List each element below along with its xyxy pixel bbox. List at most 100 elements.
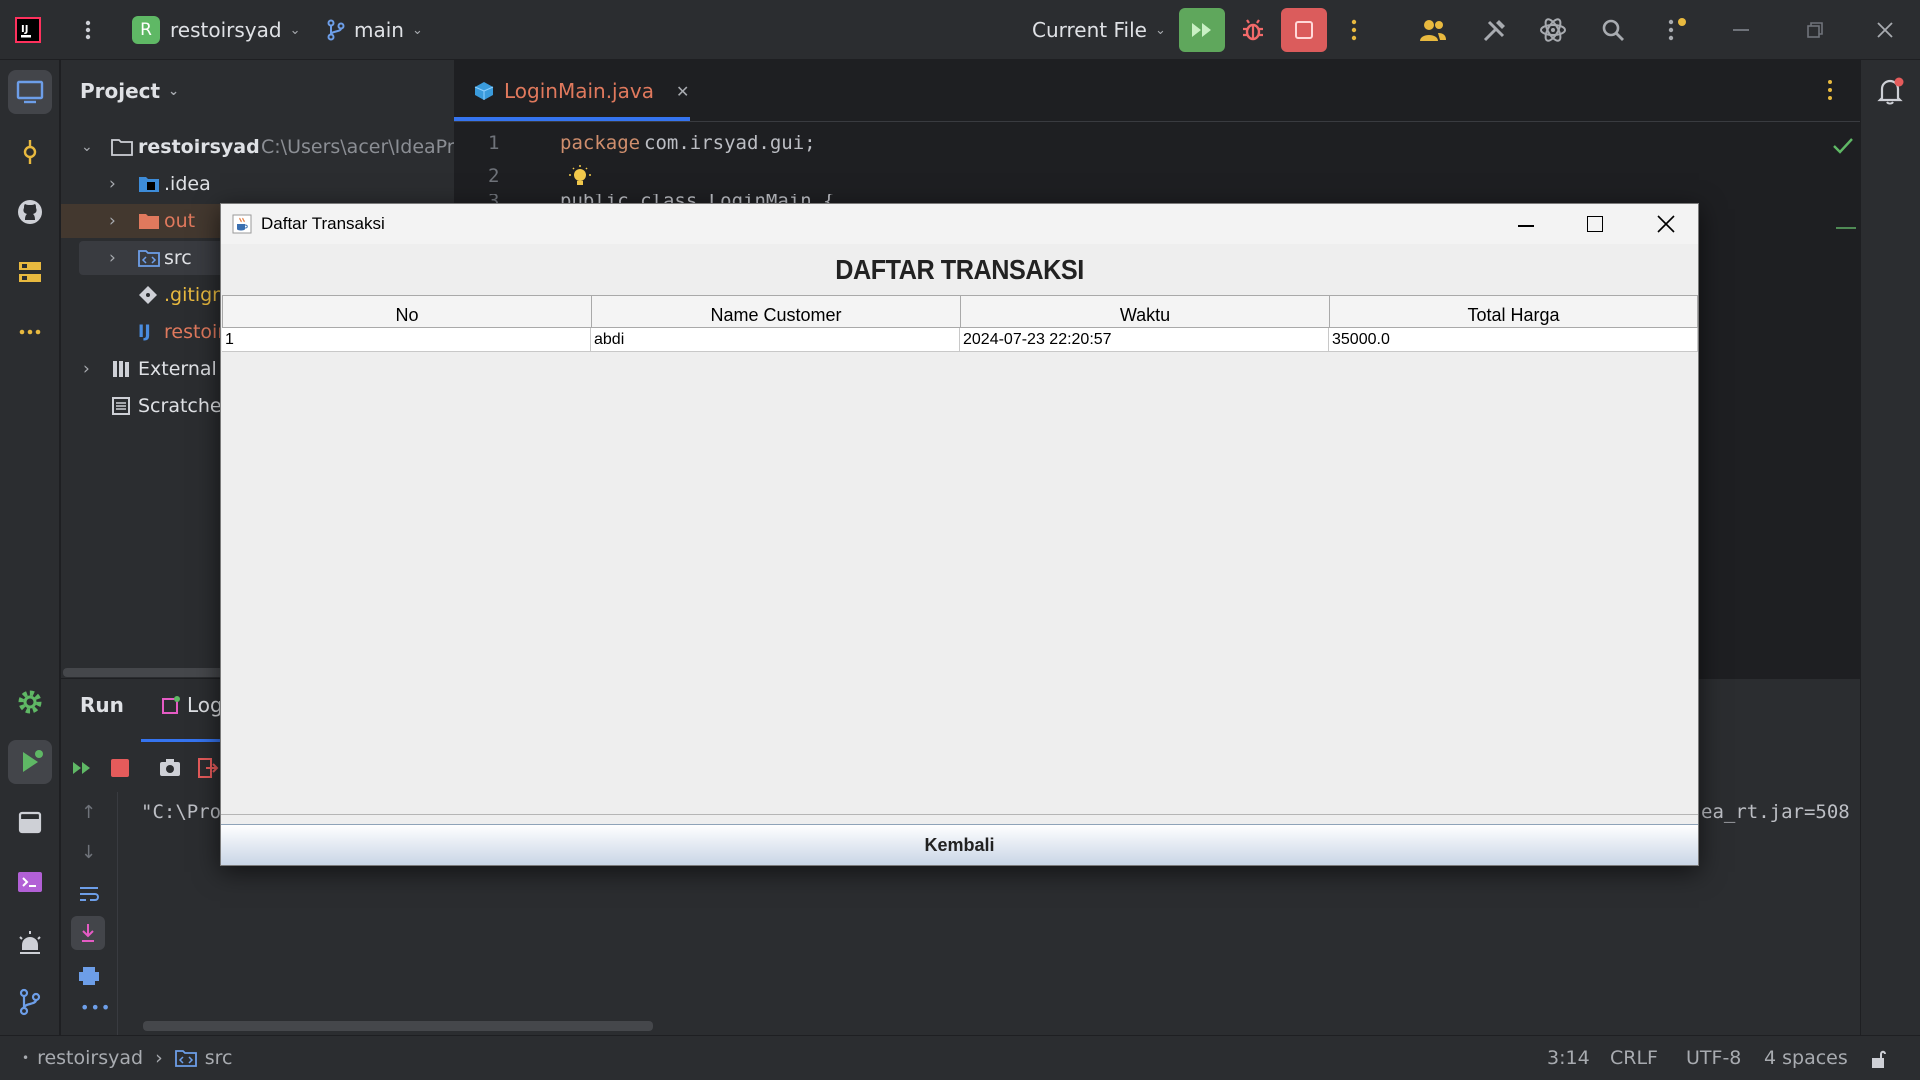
code-line-2[interactable]: 2	[454, 163, 1860, 193]
java-class-icon	[474, 82, 494, 100]
scroll-marker	[1836, 227, 1856, 229]
kembali-button[interactable]: Kembali	[221, 824, 1698, 865]
chevron-down-icon: ⌄	[1154, 22, 1166, 38]
minimize-icon[interactable]	[1518, 216, 1534, 227]
github-tool-button[interactable]	[8, 190, 52, 234]
ide-title-bar: IJ R restoirsyad ⌄ main ⌄ Current File ⌄	[0, 0, 1920, 60]
svg-text:IJ: IJ	[21, 24, 28, 35]
line-number: 2	[488, 165, 500, 187]
status-bar: • restoirsyad › src 3:14 CRLF UTF-8 4 sp…	[0, 1035, 1920, 1080]
run-tool-button[interactable]	[8, 740, 52, 784]
code-text: com.irsyad.gui;	[644, 132, 816, 154]
line-separator[interactable]: CRLF	[1610, 1036, 1658, 1080]
more-tools-icon[interactable]	[8, 310, 52, 354]
services-tool-button[interactable]	[8, 680, 52, 724]
project-selector[interactable]: R restoirsyad ⌄	[132, 0, 300, 60]
project-tool-button[interactable]	[8, 70, 52, 114]
java-cup-icon	[232, 214, 252, 234]
stop-icon[interactable]	[111, 759, 129, 777]
console-scrollbar[interactable]	[143, 1021, 653, 1031]
tree-root-path: C:\Users\acer\IdeaPr	[261, 136, 455, 158]
run-panel-title[interactable]: Run	[80, 679, 124, 731]
monitor-icon	[16, 80, 44, 104]
run-config-selector[interactable]: Current File ⌄	[1032, 0, 1166, 60]
play-icon	[23, 750, 43, 772]
breadcrumb-project[interactable]: restoirsyad	[37, 1047, 143, 1069]
main-menu-icon[interactable]	[76, 0, 100, 60]
soft-wrap-icon[interactable]	[78, 885, 100, 903]
active-tab-indicator	[454, 117, 690, 121]
git-tool-button[interactable]	[8, 980, 52, 1024]
cell-name-customer[interactable]: abdi	[591, 328, 960, 352]
database-tool-button[interactable]	[8, 800, 52, 844]
lightbulb-icon[interactable]	[569, 165, 591, 189]
ai-assistant-icon[interactable]	[1538, 0, 1568, 60]
debug-button[interactable]	[1240, 0, 1266, 60]
stop-button[interactable]	[1281, 0, 1327, 60]
commit-tool-button[interactable]	[8, 130, 52, 174]
cell-waktu[interactable]: 2024-07-23 22:20:57	[960, 328, 1329, 352]
problems-tool-button[interactable]	[8, 920, 52, 964]
maximize-icon[interactable]	[1587, 216, 1603, 232]
restore-icon[interactable]	[1806, 0, 1824, 60]
intellij-logo-icon[interactable]: IJ	[14, 0, 42, 60]
arrow-down-icon[interactable]: ↓	[81, 842, 96, 863]
tab-log[interactable]: Log	[161, 679, 223, 731]
rerun-icon	[1192, 23, 1211, 37]
code-line-1[interactable]: 1 package com.irsyad.gui;	[454, 130, 1860, 160]
dialog-heading: DAFTAR TRANSAKSI	[835, 254, 1084, 285]
terminal-tool-button[interactable]	[8, 860, 52, 904]
column-header-waktu[interactable]: Waktu	[960, 295, 1330, 328]
project-avatar: R	[132, 16, 160, 44]
more-actions-icon[interactable]	[1344, 0, 1364, 60]
editor-options-icon[interactable]	[1824, 78, 1836, 106]
git-branch-icon	[327, 19, 345, 41]
line-number: 1	[488, 132, 500, 154]
indent-setting[interactable]: 4 spaces	[1764, 1036, 1848, 1080]
cell-no[interactable]: 1	[222, 328, 591, 352]
idea-folder-icon	[139, 177, 159, 192]
more-icon[interactable]: •••	[80, 998, 111, 1017]
settings-update-icon[interactable]	[1663, 0, 1691, 60]
search-icon[interactable]	[1600, 0, 1626, 60]
lock-open-icon[interactable]	[1870, 1049, 1888, 1069]
breadcrumb-folder[interactable]: src	[205, 1047, 233, 1069]
no-problems-check-icon[interactable]	[1832, 136, 1854, 156]
minimize-icon[interactable]	[1733, 0, 1749, 60]
tree-root[interactable]: ⌄ restoirsyad C:\Users\acer\IdeaPr	[61, 130, 455, 164]
iml-file-icon: IJ	[138, 322, 151, 342]
file-encoding[interactable]: UTF-8	[1686, 1036, 1741, 1080]
project-panel-header[interactable]: Project ⌄	[80, 60, 179, 122]
tree-item-label: .idea	[164, 173, 211, 195]
caret-position[interactable]: 3:14	[1547, 1036, 1590, 1080]
rerun-icon[interactable]	[71, 759, 93, 781]
structure-tool-button[interactable]	[8, 250, 52, 294]
column-header-name-customer[interactable]: Name Customer	[591, 295, 961, 328]
tree-item-idea[interactable]: › .idea	[61, 167, 454, 201]
code-with-me-icon[interactable]	[1418, 0, 1448, 60]
build-tools-icon[interactable]	[1481, 0, 1509, 60]
print-icon[interactable]	[78, 966, 100, 986]
close-icon[interactable]	[1657, 215, 1675, 237]
scroll-to-end-icon	[82, 924, 94, 942]
dot-icon: •	[22, 1051, 30, 1065]
rerun-button[interactable]	[1179, 0, 1225, 60]
cell-total-harga[interactable]: 35000.0	[1329, 328, 1698, 352]
column-header-total-harga[interactable]: Total Harga	[1329, 295, 1698, 328]
close-tab-icon[interactable]: ✕	[676, 82, 689, 101]
structure-icon	[19, 262, 41, 282]
commit-icon	[23, 140, 37, 164]
branch-selector[interactable]: main ⌄	[326, 0, 423, 60]
close-icon[interactable]	[1876, 0, 1894, 60]
notifications-icon[interactable]	[1877, 76, 1905, 110]
dialog-title-bar[interactable]: Daftar Transaksi	[221, 204, 1698, 244]
arrow-up-icon[interactable]: ↑	[81, 802, 96, 823]
column-header-no[interactable]: No	[222, 295, 592, 328]
excluded-folder-icon	[139, 214, 159, 229]
tab-login-main[interactable]: LoginMain.java ✕	[474, 60, 689, 122]
editor-tab-bar: LoginMain.java ✕	[454, 60, 1860, 122]
exit-icon[interactable]	[197, 757, 219, 783]
tab-log-label: Log	[187, 693, 223, 717]
camera-icon[interactable]	[159, 757, 181, 781]
scroll-to-end-button[interactable]	[71, 916, 105, 950]
